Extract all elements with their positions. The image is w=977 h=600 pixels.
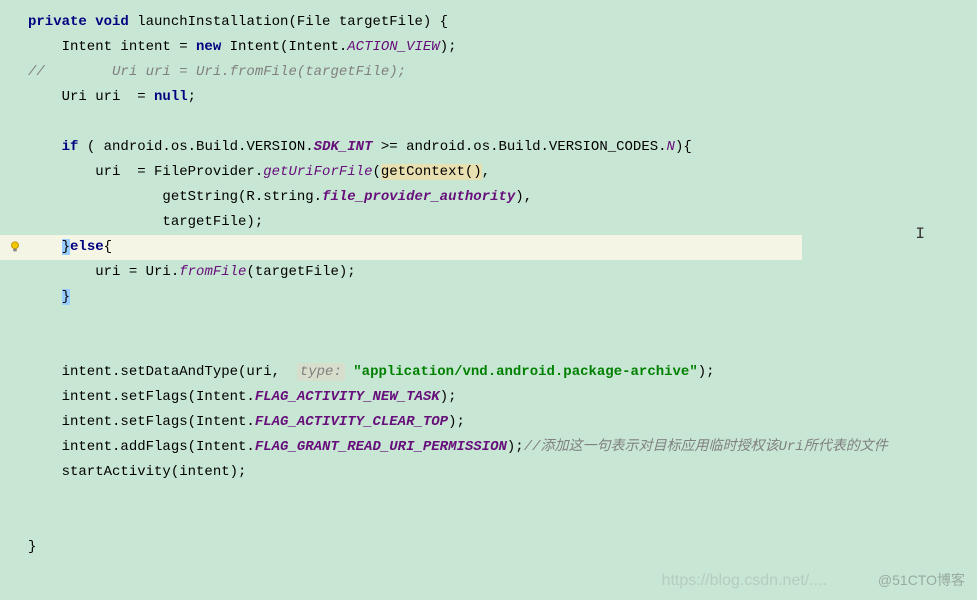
- comment: //添加这一句表示对目标应用临时授权该Uri所代表的文件: [524, 439, 888, 455]
- keyword: null: [154, 89, 188, 105]
- code-text: [28, 239, 62, 255]
- highlighted-call: getContext(): [381, 164, 482, 180]
- keyword: else: [70, 239, 104, 255]
- code-text: );: [440, 39, 457, 55]
- code-line[interactable]: }: [0, 535, 977, 560]
- code-text: getString(R.string.: [28, 189, 322, 205]
- code-line-current[interactable]: }else{: [0, 235, 802, 260]
- keyword: new: [196, 39, 221, 55]
- code-text: intent.setFlags(Intent.: [28, 414, 255, 430]
- code-text: ( android.os.Build.VERSION.: [78, 139, 313, 155]
- code-text: ;: [188, 89, 196, 105]
- code-text: Intent intent =: [28, 39, 196, 55]
- code-line-blank[interactable]: [0, 310, 977, 335]
- code-line-blank[interactable]: [0, 335, 977, 360]
- static-field: FLAG_ACTIVITY_CLEAR_TOP: [255, 414, 448, 430]
- text-cursor-icon: I: [915, 225, 925, 243]
- code-text: );: [440, 389, 457, 405]
- code-editor[interactable]: private void launchInstallation(File tar…: [0, 0, 977, 570]
- code-text: ),: [515, 189, 532, 205]
- code-text: Intent(Intent.: [221, 39, 347, 55]
- code-text: [28, 289, 62, 305]
- code-text: );: [448, 414, 465, 430]
- code-text: (: [372, 164, 380, 180]
- static-field: file_provider_authority: [322, 189, 515, 205]
- code-text: [345, 364, 353, 380]
- static-field: FLAG_ACTIVITY_NEW_TASK: [255, 389, 440, 405]
- comment: // Uri uri = Uri.fromFile(targetFile);: [28, 64, 406, 80]
- code-text: intent.addFlags(Intent.: [28, 439, 255, 455]
- code-line[interactable]: intent.setFlags(Intent.FLAG_ACTIVITY_CLE…: [0, 410, 977, 435]
- code-text: intent.setFlags(Intent.: [28, 389, 255, 405]
- code-line[interactable]: if ( android.os.Build.VERSION.SDK_INT >=…: [0, 135, 977, 160]
- code-line[interactable]: }: [0, 285, 977, 310]
- code-line-blank[interactable]: [0, 510, 977, 535]
- code-text: (targetFile);: [246, 264, 355, 280]
- param-hint: type:: [297, 363, 345, 381]
- watermark: @51CTO博客: [878, 570, 965, 590]
- static-field: SDK_INT: [314, 139, 373, 155]
- code-line[interactable]: Intent intent = new Intent(Intent.ACTION…: [0, 35, 977, 60]
- code-line-blank[interactable]: [0, 110, 977, 135]
- static-field: FLAG_GRANT_READ_URI_PERMISSION: [255, 439, 507, 455]
- code-line[interactable]: Uri uri = null;: [0, 85, 977, 110]
- code-text: [28, 139, 62, 155]
- static-method: fromFile: [179, 264, 246, 280]
- code-text: launchInstallation(File targetFile) {: [129, 14, 448, 30]
- code-line[interactable]: intent.setFlags(Intent.FLAG_ACTIVITY_NEW…: [0, 385, 977, 410]
- code-text: >= android.os.Build.VERSION_CODES.: [372, 139, 666, 155]
- code-text: }: [28, 539, 36, 555]
- code-text: );: [698, 364, 715, 380]
- watermark: https://blog.csdn.net/....: [662, 572, 827, 590]
- keyword: void: [95, 14, 129, 30]
- code-text: ,: [482, 164, 490, 180]
- code-line[interactable]: startActivity(intent);: [0, 460, 977, 485]
- code-line[interactable]: intent.addFlags(Intent.FLAG_GRANT_READ_U…: [0, 435, 977, 460]
- code-line[interactable]: getString(R.string.file_provider_authori…: [0, 185, 977, 210]
- brace: }: [62, 239, 70, 255]
- keyword: private: [28, 14, 87, 30]
- string: "application/vnd.android.package-archive…: [353, 364, 697, 380]
- static-field: ACTION_VIEW: [347, 39, 439, 55]
- code-line[interactable]: intent.setDataAndType(uri, type: "applic…: [0, 360, 977, 385]
- code-text: );: [507, 439, 524, 455]
- code-line[interactable]: targetFile);: [0, 210, 977, 235]
- keyword: if: [62, 139, 79, 155]
- code-line-blank[interactable]: [0, 485, 977, 510]
- brace: }: [62, 289, 70, 305]
- code-line[interactable]: private void launchInstallation(File tar…: [0, 10, 977, 35]
- code-text: uri = Uri.: [28, 264, 179, 280]
- code-text: uri = FileProvider.: [28, 164, 263, 180]
- code-line[interactable]: uri = FileProvider.getUriForFile(getCont…: [0, 160, 977, 185]
- code-text: intent.setDataAndType(uri,: [28, 364, 297, 380]
- code-line[interactable]: uri = Uri.fromFile(targetFile);: [0, 260, 977, 285]
- code-text: startActivity(intent);: [28, 464, 246, 480]
- code-text: Uri uri =: [28, 89, 154, 105]
- code-text: {: [104, 239, 112, 255]
- static-field: N: [667, 139, 675, 155]
- static-method: getUriForFile: [263, 164, 372, 180]
- code-text: ){: [675, 139, 692, 155]
- code-line-commented[interactable]: // Uri uri = Uri.fromFile(targetFile);: [0, 60, 977, 85]
- code-text: targetFile);: [28, 214, 263, 230]
